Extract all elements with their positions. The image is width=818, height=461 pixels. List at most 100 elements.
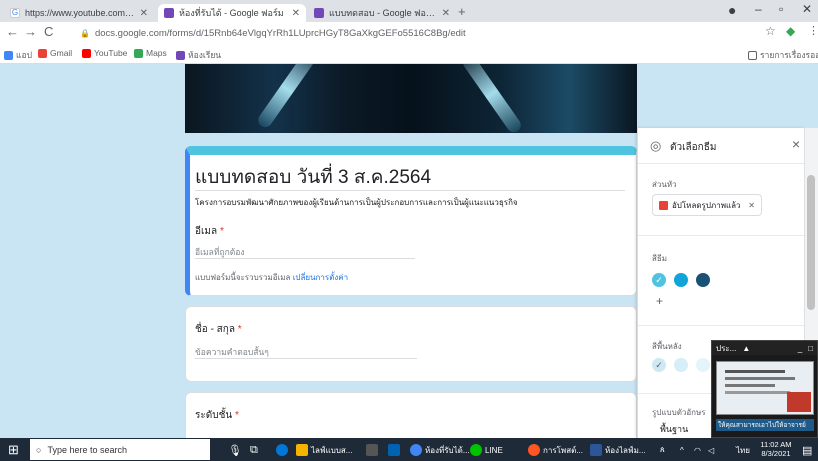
tab-label: แบบทดสอบ - Google ฟอร์ม	[329, 8, 437, 18]
background-swatch-selected[interactable]: ✓	[652, 358, 666, 372]
required-mark: *	[219, 226, 224, 237]
task-view-icon[interactable]: ⧉	[250, 441, 258, 459]
tab-youtube[interactable]: G https://www.youtube.com/watch ✕	[4, 4, 154, 22]
pin-icon[interactable]: ▲	[742, 344, 750, 353]
address-text: docs.google.com/forms/d/15Rnb64eVlgqYrRh…	[94, 27, 466, 39]
background-swatch[interactable]	[696, 358, 710, 372]
background-swatch[interactable]	[674, 358, 688, 372]
tab-strip: G https://www.youtube.com/watch ✕ ห้องที…	[0, 0, 818, 22]
header-section: ส่วนหัว อัปโหลดรูปภาพแล้ว ✕	[638, 164, 805, 236]
clock[interactable]: 11:02 AM 8/3/2021	[756, 440, 796, 458]
close-icon[interactable]: ✕	[442, 8, 450, 19]
form-title[interactable]: แบบทดสอบ วันที่ 3 ส.ค.2564	[195, 162, 431, 192]
close-icon[interactable]: ✕	[140, 8, 148, 19]
notification-icon[interactable]: ▤	[802, 441, 812, 459]
chevron-up-icon[interactable]: ^	[680, 441, 684, 459]
change-settings-link[interactable]: เปลี่ยนการตั้งค่า	[293, 273, 348, 282]
language-indicator[interactable]: ไทย	[736, 441, 750, 459]
taskbar-app-label: LINE	[485, 445, 503, 455]
tab-forms-active[interactable]: ห้องที่รับได้ - Google ฟอร์ม ✕	[158, 4, 306, 22]
back-icon[interactable]: ←	[6, 24, 19, 39]
minimize-icon[interactable]: –	[755, 2, 762, 16]
email-label: อีเมล	[195, 226, 218, 237]
minimize-icon[interactable]: _	[798, 344, 802, 353]
panel-header: ◎ ตัวเลือกธีม ×	[638, 128, 805, 164]
bookmark-label: Gmail	[50, 48, 73, 58]
taskbar-app-label: ห้องไลฟ์ม...	[605, 445, 646, 455]
required-mark: *	[237, 324, 242, 335]
remove-image-icon[interactable]: ✕	[748, 201, 755, 210]
new-tab-button[interactable]: +	[458, 4, 466, 19]
bookmark-classroom[interactable]: ห้องเรียน	[176, 48, 221, 62]
background-color-label: สีพื้นหลัง	[652, 342, 682, 351]
tab-forms-2[interactable]: แบบทดสอบ - Google ฟอร์ม ✕	[308, 4, 456, 22]
reading-list[interactable]: รายการเรื่องรออ่าน	[748, 48, 818, 62]
star-icon[interactable]: ☆	[765, 24, 776, 38]
maximize-icon[interactable]: ▫	[779, 2, 783, 16]
bookmark-gmail[interactable]: Gmail	[38, 48, 72, 58]
people-icon[interactable]: ጰ	[660, 441, 665, 459]
address-bar[interactable]: 🔒 docs.google.com/forms/d/15Rnb64eVlgqYr…	[80, 25, 740, 41]
forms-icon	[164, 8, 174, 18]
lock-icon: 🔒	[80, 28, 90, 38]
bookmark-label: Maps	[146, 48, 167, 58]
windows-start-icon[interactable]: ⊞	[8, 441, 19, 459]
reading-list-label: รายการเรื่องรออ่าน	[760, 50, 818, 60]
palette-icon: ◎	[650, 138, 662, 153]
taskbar-search[interactable]: ○ Type here to search	[30, 439, 210, 460]
taskbar-app-post[interactable]: การโพสต์...	[528, 441, 583, 459]
add-color-button[interactable]: +	[656, 294, 663, 308]
app-icon	[528, 444, 540, 456]
email-field[interactable]: อีเมลที่ถูกต้อง	[195, 243, 415, 259]
bookmark-label: แอป	[16, 50, 32, 60]
pip-caption: ให้คุณสามารถเอาไปให้อาจารย์	[716, 419, 814, 431]
edge-icon[interactable]	[276, 441, 288, 459]
close-panel-button[interactable]: ×	[792, 136, 800, 152]
profile-icon[interactable]: ●	[728, 2, 736, 18]
chrome-icon	[410, 444, 422, 456]
pip-window[interactable]: ประ... ▲ _ □ ให้คุณสามารถเอาไปให้อาจารย์	[711, 340, 818, 438]
volume-icon[interactable]: ◁	[708, 441, 714, 459]
panel-title: ตัวเลือกธีม	[670, 142, 717, 153]
bookmark-maps[interactable]: Maps	[134, 48, 167, 58]
reload-icon[interactable]: C	[44, 24, 53, 39]
close-icon[interactable]: ✕	[292, 8, 300, 19]
maximize-icon[interactable]: □	[808, 344, 813, 353]
scrollbar-thumb[interactable]	[807, 175, 815, 310]
upload-image-button[interactable]: อัปโหลดรูปภาพแล้ว ✕	[652, 194, 762, 216]
taskbar-app-line[interactable]: LINE	[470, 441, 503, 459]
form-description[interactable]: โครงการอบรมพัฒนาศักยภาพของผู้เรียนด้านกา…	[195, 196, 518, 209]
font-style-select[interactable]: พื้นฐาน	[660, 422, 688, 436]
email-note: แบบฟอร์มนี้จะรวบรวมอีเมล เปลี่ยนการตั้งค…	[195, 271, 348, 284]
taskbar-app-label: ห้องที่รับได้...	[425, 445, 470, 455]
taskbar-app-chrome[interactable]: ห้องที่รับได้...	[410, 441, 470, 459]
store-icon[interactable]	[366, 441, 378, 459]
search-placeholder: Type here to search	[47, 444, 127, 455]
pip-title: ประ...	[716, 343, 737, 353]
name-question: ชื่อ - สกุล *	[195, 322, 242, 337]
short-answer-field: ข้อความคำตอบสั้นๆ	[195, 343, 417, 359]
theme-color-swatch-selected[interactable]: ✓	[652, 273, 666, 287]
wifi-icon[interactable]: ◠	[694, 441, 701, 459]
pip-titlebar: ประ... ▲ _ □	[712, 341, 817, 355]
microphone-icon[interactable]: 🎙	[228, 441, 242, 459]
line-icon	[470, 444, 482, 456]
close-window-icon[interactable]: ✕	[802, 2, 812, 16]
theme-color-swatch[interactable]	[674, 273, 688, 287]
taskbar-app-files[interactable]: ไลฟ์แบบส...	[296, 441, 352, 459]
extension-icon[interactable]: ◆	[786, 24, 795, 38]
upload-label: อัปโหลดรูปภาพแล้ว	[672, 200, 741, 210]
mail-icon[interactable]	[388, 441, 400, 459]
bookmark-youtube[interactable]: YouTube	[82, 48, 127, 58]
menu-icon[interactable]: ⋮	[808, 24, 818, 37]
taskbar-app-label: การโพสต์...	[543, 445, 583, 455]
email-note-text: แบบฟอร์มนี้จะรวบรวมอีเมล	[195, 273, 291, 282]
maps-icon	[134, 48, 143, 58]
bookmark-apps[interactable]: แอป	[4, 48, 32, 62]
folder-icon	[296, 444, 308, 456]
forward-icon[interactable]: →	[24, 24, 37, 39]
clock-date: 8/3/2021	[761, 449, 791, 458]
gmail-icon	[38, 48, 47, 58]
theme-color-swatch[interactable]	[696, 273, 710, 287]
taskbar-app-word[interactable]: ห้องไลฟ์ม...	[590, 441, 646, 459]
